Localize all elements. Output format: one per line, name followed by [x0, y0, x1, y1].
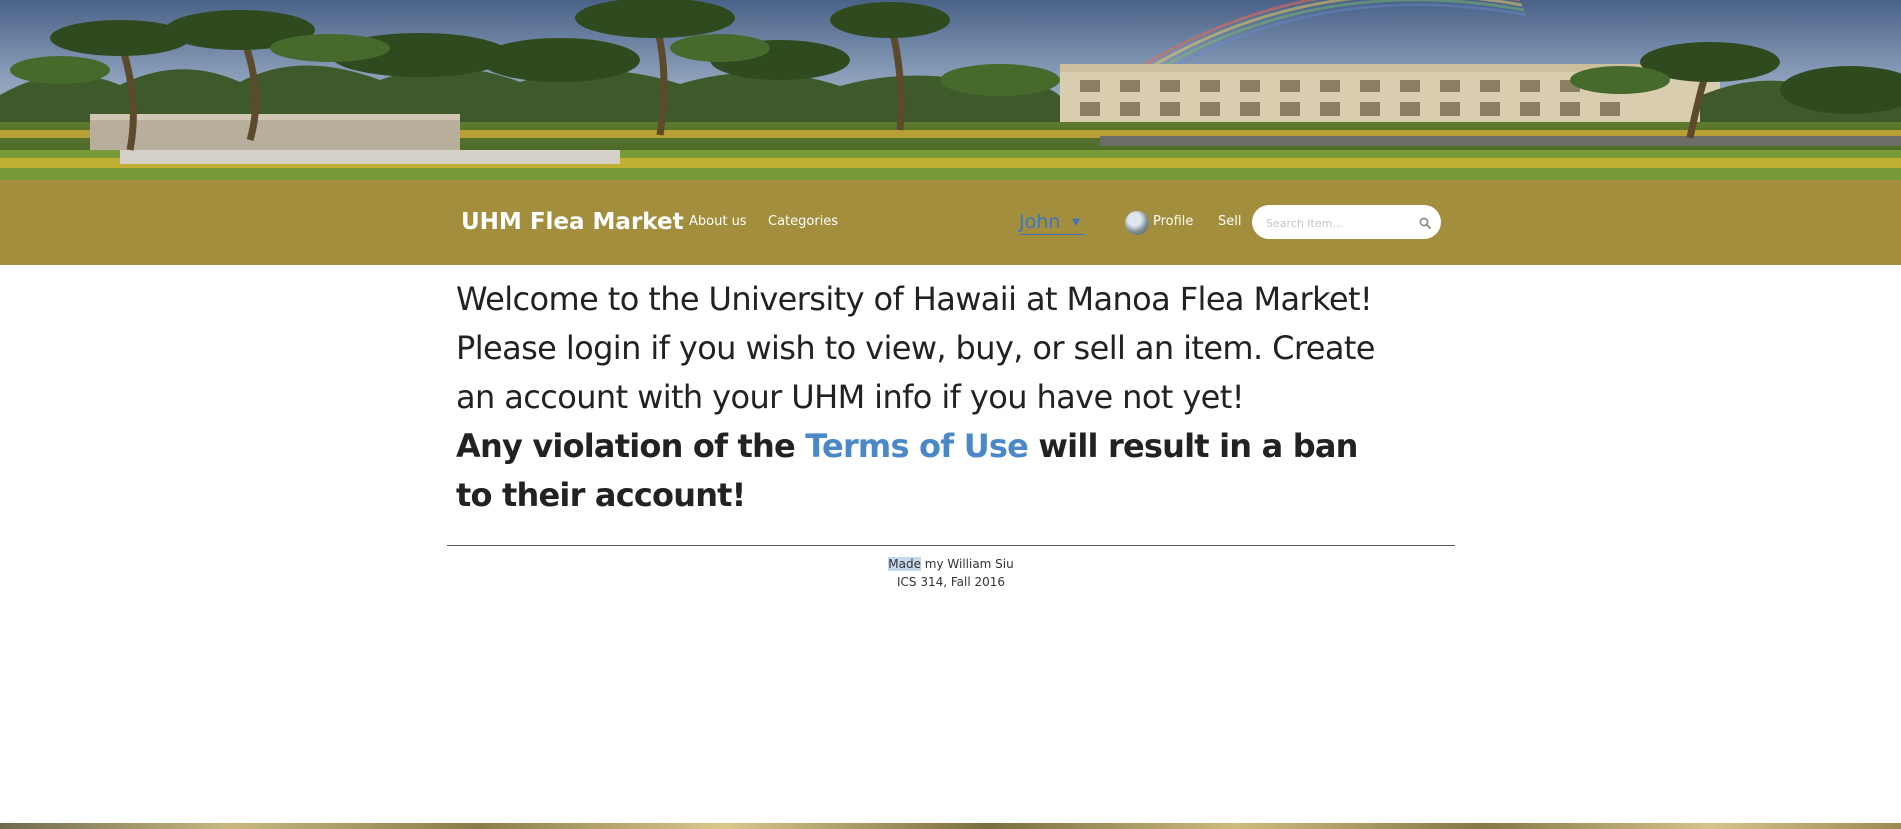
page: UHM Flea Market About us Categories John…	[0, 0, 1901, 829]
user-name: John	[1019, 211, 1061, 233]
search-box	[1252, 205, 1441, 239]
warning-text-start: Any violation of the	[456, 427, 806, 465]
welcome-message: Welcome to the University of Hawaii at M…	[456, 280, 1375, 416]
profile-label: Profile	[1153, 214, 1194, 229]
search-input[interactable]	[1264, 212, 1418, 234]
search-icon[interactable]	[1419, 216, 1431, 229]
footer-credit: Made my William Siu	[447, 555, 1455, 573]
main-content: Welcome to the University of Hawaii at M…	[456, 275, 1376, 520]
nav-about-link[interactable]: About us	[689, 213, 747, 231]
terms-warning: Any violation of the Terms of Use will r…	[456, 422, 1376, 520]
terms-of-use-link[interactable]: Terms of Use	[805, 427, 1029, 465]
bottom-image-strip	[0, 823, 1901, 829]
navbar: UHM Flea Market About us Categories John…	[0, 180, 1901, 265]
footer-course: ICS 314, Fall 2016	[896, 575, 1006, 589]
user-dropdown[interactable]: John ▼	[1019, 212, 1085, 235]
footer-credit-rest: my William Siu	[920, 557, 1014, 571]
footer: Made my William Siu ICS 314, Fall 2016	[447, 555, 1455, 591]
avatar	[1125, 211, 1149, 235]
footer-credit-selected: Made	[888, 557, 921, 571]
nav-categories-link[interactable]: Categories	[768, 213, 838, 231]
nav-sell-link[interactable]: Sell	[1218, 213, 1241, 231]
footer-divider	[447, 545, 1455, 546]
brand-link[interactable]: UHM Flea Market	[461, 208, 684, 236]
banner-image	[0, 0, 1901, 180]
caret-down-icon: ▼	[1072, 217, 1080, 228]
